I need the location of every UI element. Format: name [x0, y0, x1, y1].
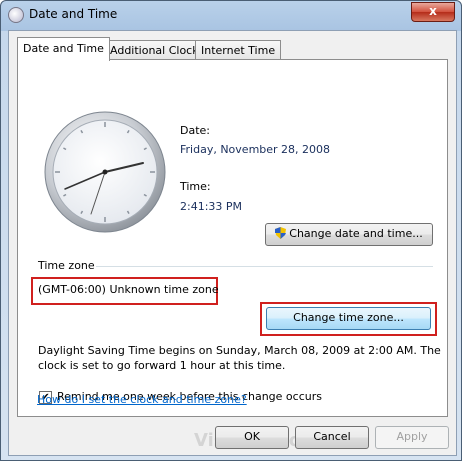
tab-internet-time[interactable]: Internet Time	[195, 40, 282, 60]
dst-info-line-2: clock is set to go forward 1 hour at thi…	[38, 359, 286, 372]
change-date-time-label: Change date and time...	[289, 227, 423, 240]
time-zone-heading: Time zone	[38, 259, 95, 272]
date-label: Date:	[180, 124, 210, 137]
date-time-panel: Date: Friday, November 28, 2008 Time: 2:…	[17, 59, 448, 417]
apply-button[interactable]: Apply	[375, 426, 449, 449]
time-value: 2:41:33 PM	[180, 200, 243, 213]
uac-shield-icon	[275, 227, 287, 239]
time-zone-value: (GMT-06:00) Unknown time zone	[38, 283, 219, 296]
title-bar[interactable]: Date and Time x	[1, 1, 461, 29]
time-zone-separator	[96, 266, 433, 267]
ok-button[interactable]: OK	[215, 426, 289, 449]
clock-icon	[8, 7, 24, 23]
window-title: Date and Time	[29, 7, 118, 21]
date-value: Friday, November 28, 2008	[180, 143, 331, 156]
time-label: Time:	[180, 180, 211, 193]
date-time-dialog: Date and Time x Date and Time Additional…	[0, 0, 462, 461]
help-link[interactable]: How do I set the clock and time zone?	[37, 393, 247, 406]
close-button[interactable]: x	[411, 2, 455, 22]
change-time-zone-button[interactable]: Change time zone...	[266, 307, 431, 330]
dialog-client-area: Date and Time Additional Clocks Internet…	[8, 30, 457, 456]
cancel-button[interactable]: Cancel	[295, 426, 369, 449]
tab-date-and-time[interactable]: Date and Time	[17, 37, 110, 61]
analog-clock	[44, 111, 166, 233]
dst-info-line-1: Daylight Saving Time begins on Sunday, M…	[38, 344, 441, 357]
change-date-time-button[interactable]: Change date and time...	[265, 223, 433, 246]
